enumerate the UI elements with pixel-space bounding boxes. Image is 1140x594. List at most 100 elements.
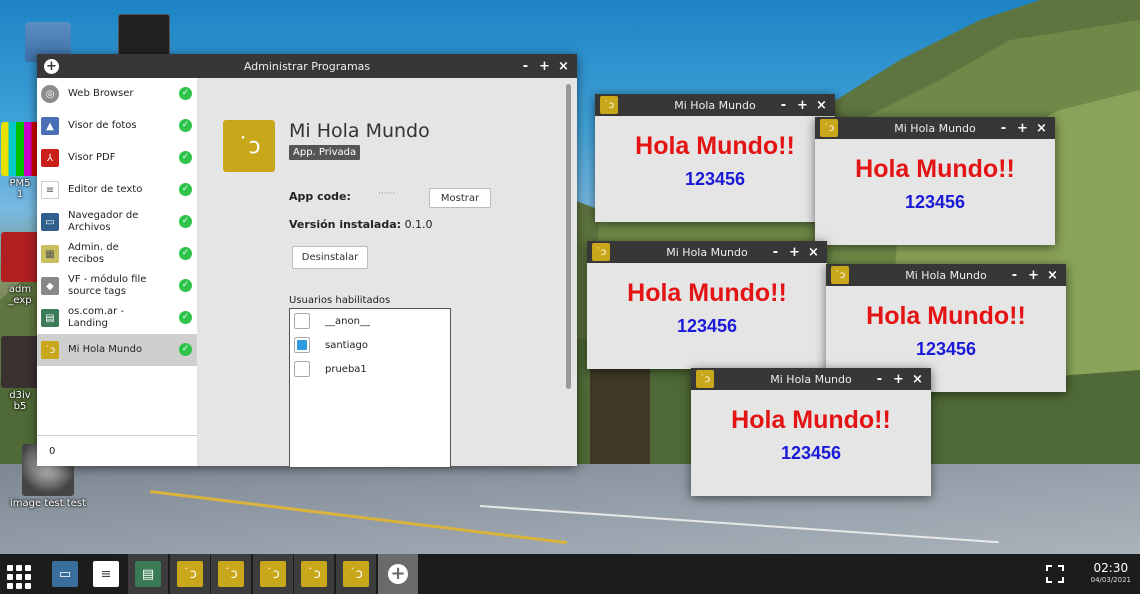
close-button[interactable]: × [1032,121,1051,136]
maximize-button[interactable]: + [535,59,554,74]
desktop-icon-pm5[interactable]: PM5 1 [0,122,40,200]
minimize-button[interactable]: - [994,121,1013,136]
sidebar-item-web-browser[interactable]: ◎ Web Browser ✓ [37,78,197,110]
window-titlebar[interactable]: ˙ͻ Mi Hola Mundo - + × [691,368,931,390]
sidebar-item-editor-texto[interactable]: ≡ Editor de texto ✓ [37,174,197,206]
hola-window[interactable]: ˙ͻ Mi Hola Mundo - + × Hola Mundo!! 1234… [587,241,827,369]
sidebar-item-visor-pdf[interactable]: ⅄ Visor PDF ✓ [37,142,197,174]
taskbar-item-admin-programs[interactable]: + [378,554,418,594]
admin-programs-window[interactable]: + Administrar Programas - + × ◎ Web Brow… [37,54,577,468]
programs-sidebar: ◎ Web Browser ✓ ▲ Visor de fotos ✓ ⅄ Vis… [37,78,197,466]
document-red-icon [1,232,39,282]
grid-dot-icon [16,565,22,571]
add-icon[interactable]: + [44,58,59,74]
taskbar-item-hola[interactable]: ˙ͻ [211,554,251,594]
taskbar-item-file-browser[interactable]: ▭ [45,554,85,594]
hola-number: 123456 [915,339,977,359]
user-checkbox[interactable] [294,313,310,329]
close-button[interactable]: × [812,98,831,113]
hola-window[interactable]: ˙ͻ Mi Hola Mundo - + × Hola Mundo!! 1234… [691,368,931,496]
minimize-button[interactable]: - [1005,268,1024,283]
grid-dot-icon [7,583,13,589]
sidebar-item-navegador-archivos[interactable]: ▭ Navegador de Archivos ✓ [37,206,197,238]
desktop-icon-label: adm _exp [8,284,32,306]
check-icon: ✓ [179,279,192,292]
close-button[interactable]: × [554,59,573,74]
sidebar-item-label: VF - módulo file source tags [68,274,147,297]
globe-icon: ◎ [41,85,59,103]
maximize-button[interactable]: + [785,245,804,260]
hola-app-icon: ˙ͻ [177,561,203,587]
desktop-icon-d3iv[interactable]: d3iv b5 [0,336,40,412]
app-code-value: ······ [378,189,396,199]
hola-window[interactable]: ˙ͻ Mi Hola Mundo - + × Hola Mundo!! 1234… [815,117,1055,245]
check-icon: ✓ [179,151,192,164]
close-button[interactable]: × [804,245,823,260]
clock[interactable]: 02:30 04/03/2021 [1091,562,1131,585]
maximize-button[interactable]: + [1013,121,1032,136]
user-checkbox[interactable] [294,337,310,353]
grid-dot-icon [16,574,22,580]
maximize-button[interactable]: + [1024,268,1043,283]
maximize-button[interactable]: + [889,372,908,387]
clock-time: 02:30 [1093,561,1129,575]
sidebar-footer[interactable]: 0 [37,435,197,466]
user-item[interactable]: santiago [290,333,450,357]
user-name: santiago [325,339,368,351]
minimize-button[interactable]: - [870,372,889,387]
sidebar-item-vf-modulo[interactable]: ◆ VF - módulo file source tags ✓ [37,270,197,302]
scrollbar[interactable] [566,84,571,389]
desktop-icon-label: d3iv b5 [9,390,31,412]
show-code-button[interactable]: Mostrar [429,188,491,208]
user-item[interactable]: prueba1 [290,357,450,381]
fullscreen-icon[interactable] [1046,565,1064,583]
close-button[interactable]: × [908,372,927,387]
taskbar-item-hola[interactable]: ˙ͻ [294,554,334,594]
sidebar-item-mi-hola-mundo[interactable]: ˙ͻ Mi Hola Mundo ✓ [37,334,197,366]
desktop-icon-label: PM5 1 [9,178,31,200]
window-titlebar[interactable]: + Administrar Programas - + × [37,54,577,78]
sidebar-item-label: Mi Hola Mundo [68,344,143,355]
taskbar-item-hola[interactable]: ˙ͻ [170,554,210,594]
close-button[interactable]: × [1043,268,1062,283]
hola-number: 123456 [904,192,966,212]
app-launcher-button[interactable] [0,554,40,594]
uninstall-button[interactable]: Desinstalar [292,246,368,269]
window-titlebar[interactable]: ˙ͻ Mi Hola Mundo - + × [587,241,827,263]
hola-heading: Hola Mundo!! [635,132,795,160]
sidebar-item-label: Visor PDF [68,152,116,163]
check-icon: ✓ [179,87,192,100]
minimize-button[interactable]: - [516,59,535,74]
sidebar-item-os-landing[interactable]: ▤ os.com.ar - Landing ✓ [37,302,197,334]
minimize-button[interactable]: - [766,245,785,260]
taskbar-item-hola[interactable]: ˙ͻ [336,554,376,594]
photo-icon: ▲ [41,117,59,135]
sidebar-item-visor-fotos[interactable]: ▲ Visor de fotos ✓ [37,110,197,142]
file-browser-icon: ▭ [41,213,59,231]
taskbar-item-landing[interactable]: ▤ [128,554,168,594]
sidebar-item-label: Web Browser [68,88,134,99]
minimize-button[interactable]: - [774,98,793,113]
maximize-button[interactable]: + [793,98,812,113]
window-titlebar[interactable]: ˙ͻ Mi Hola Mundo - + × [826,264,1066,286]
user-checkbox[interactable] [294,361,310,377]
landing-icon: ▤ [135,561,161,587]
hola-heading: Hola Mundo!! [731,406,891,434]
tag-icon: ◆ [41,277,59,295]
hola-window[interactable]: ˙ͻ Mi Hola Mundo - + × Hola Mundo!! 1234… [595,94,835,222]
private-badge: App. Privada [289,145,361,160]
sidebar-item-label: Admin. de recibos [68,242,119,265]
window-titlebar[interactable]: ˙ͻ Mi Hola Mundo - + × [595,94,835,116]
taskbar-item-text-editor[interactable]: ≡ [86,554,126,594]
sidebar-item-admin-recibos[interactable]: ▦ Admin. de recibos ✓ [37,238,197,270]
grid-dot-icon [25,565,31,571]
desktop-icon-admexp[interactable]: adm _exp [0,232,40,306]
taskbar-item-hola[interactable]: ˙ͻ [253,554,293,594]
window-titlebar[interactable]: ˙ͻ Mi Hola Mundo - + × [815,117,1055,139]
hola-number: 123456 [780,443,842,463]
user-name: prueba1 [325,363,367,375]
hola-app-icon: ˙ͻ [820,119,838,137]
hola-heading: Hola Mundo!! [627,279,787,307]
check-icon: ✓ [179,183,192,196]
user-item[interactable]: __anon__ [290,309,450,333]
